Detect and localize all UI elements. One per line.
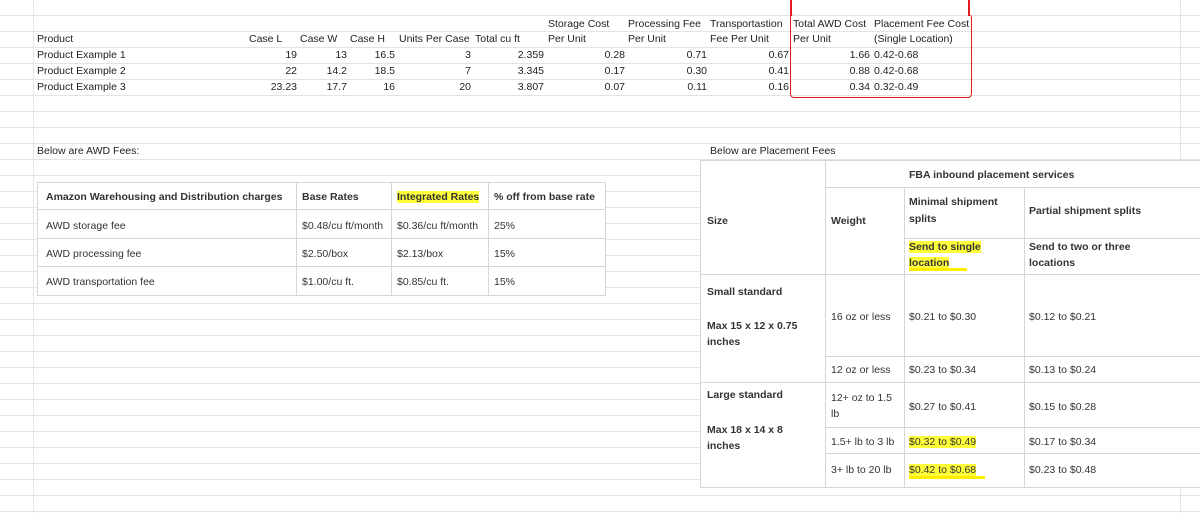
header-product[interactable]: Product <box>37 32 73 46</box>
header-storage-per-unit: Per Unit <box>548 33 586 45</box>
cell-transport[interactable]: 0.67 <box>710 48 789 62</box>
awd-row-percent: 15% <box>494 276 516 288</box>
header-processing-per-unit: Per Unit <box>628 33 666 45</box>
single-fee-cell: $0.32 to $0.49 <box>909 436 977 448</box>
awd-row-integrated: $0.36/cu ft/month <box>397 220 479 232</box>
awd-row-integrated: $2.13/box <box>397 248 444 260</box>
awd-row-base: $2.50/box <box>302 248 349 260</box>
cell-case-w[interactable]: 17.7 <box>300 80 347 94</box>
highlight-underline <box>909 476 985 479</box>
cell-case-l[interactable]: 23.23 <box>250 80 297 94</box>
cell-total-cu[interactable]: 2.359 <box>475 48 544 62</box>
weight-cell: 3+ lb to 20 lb <box>831 464 892 476</box>
grid-column-line <box>33 0 34 513</box>
cell-case-h[interactable]: 16.5 <box>350 48 395 62</box>
header-transportation[interactable]: Transportastion <box>710 17 783 31</box>
multi-fee-cell: $0.23 to $0.48 <box>1029 464 1097 476</box>
awd-row-percent: 15% <box>494 248 516 260</box>
cell-processing[interactable]: 0.30 <box>628 64 707 78</box>
awd-header-base: Base Rates <box>302 191 359 203</box>
awd-row-percent: 25% <box>494 220 516 232</box>
awd-header-percent: % off from base rate <box>494 191 595 203</box>
header-processing-fee[interactable]: Processing Fee <box>628 17 701 31</box>
awd-header-integrated: Integrated Rates <box>397 191 480 203</box>
cell-total-cu[interactable]: 3.807 <box>475 80 544 94</box>
below-awd-label[interactable]: Below are AWD Fees: <box>37 144 139 158</box>
large-standard-label: Large standard <box>707 389 783 401</box>
header-total-cu-ft[interactable]: Total cu ft <box>475 32 520 46</box>
single-fee-cell: $0.21 to $0.30 <box>909 311 977 323</box>
cell-units[interactable]: 7 <box>400 64 471 78</box>
cell-storage[interactable]: 0.07 <box>548 80 625 94</box>
small-standard-label: Small standard <box>707 286 783 298</box>
cell-case-h[interactable]: 16 <box>350 80 395 94</box>
send-multi-header-2: locations <box>1029 257 1076 269</box>
cell-product[interactable]: Product Example 3 <box>37 80 126 94</box>
weight-cell: 16 oz or less <box>831 311 891 323</box>
placement-title: FBA inbound placement services <box>909 169 1075 181</box>
awd-row-label: AWD storage fee <box>46 220 126 232</box>
large-standard-dims-2: inches <box>707 440 741 452</box>
weight-cell-2: lb <box>831 408 840 420</box>
awd-row-base: $0.48/cu ft/month <box>302 220 384 232</box>
multi-fee-cell: $0.15 to $0.28 <box>1029 401 1097 413</box>
single-fee-cell: $0.27 to $0.41 <box>909 401 977 413</box>
placement-weight-header: Weight <box>831 215 866 227</box>
cell-processing[interactable]: 0.71 <box>628 48 707 62</box>
multi-fee-cell: $0.17 to $0.34 <box>1029 436 1097 448</box>
cell-case-l[interactable]: 19 <box>250 48 297 62</box>
cell-case-h[interactable]: 18.5 <box>350 64 395 78</box>
multi-fee-cell: $0.12 to $0.21 <box>1029 311 1097 323</box>
below-placement-label[interactable]: Below are Placement Fees <box>710 144 835 158</box>
cell-case-w[interactable]: 14.2 <box>300 64 347 78</box>
send-single-header: Send to single <box>909 241 981 253</box>
cell-product[interactable]: Product Example 2 <box>37 64 126 78</box>
awd-fees-table: Amazon Warehousing and Distribution char… <box>37 182 606 296</box>
red-annotation-box <box>790 14 972 98</box>
header-case-w[interactable]: Case W <box>300 32 337 46</box>
cell-case-w[interactable]: 13 <box>300 48 347 62</box>
awd-row-label: AWD processing fee <box>46 248 142 260</box>
placement-fees-table: FBA inbound placement services Size Weig… <box>700 160 1200 488</box>
cell-case-l[interactable]: 22 <box>250 64 297 78</box>
large-standard-dims: Max 18 x 14 x 8 <box>707 424 783 436</box>
small-standard-dims: Max 15 x 12 x 0.75 <box>707 320 798 332</box>
header-storage-cost[interactable]: Storage Cost <box>548 17 609 31</box>
awd-header-charges: Amazon Warehousing and Distribution char… <box>46 191 283 203</box>
header-transport-per-unit: Fee Per Unit <box>710 33 769 45</box>
header-units-per-case[interactable]: Units Per Case <box>399 32 470 46</box>
single-fee-cell: $0.42 to $0.68 <box>909 464 977 476</box>
highlight-underline <box>909 268 967 271</box>
header-case-l[interactable]: Case L <box>249 32 282 46</box>
minimal-splits-header: Minimal shipment <box>909 196 998 208</box>
small-standard-dims-2: inches <box>707 336 741 348</box>
minimal-splits-header-2: splits <box>909 213 937 225</box>
weight-cell: 1.5+ lb to 3 lb <box>831 436 895 448</box>
weight-cell: 12+ oz to 1.5 <box>831 392 893 404</box>
awd-row-label: AWD transportation fee <box>46 276 155 288</box>
cell-product[interactable]: Product Example 1 <box>37 48 126 62</box>
cell-processing[interactable]: 0.11 <box>628 80 707 94</box>
multi-fee-cell: $0.13 to $0.24 <box>1029 364 1097 376</box>
cell-units[interactable]: 3 <box>400 48 471 62</box>
cell-storage[interactable]: 0.28 <box>548 48 625 62</box>
single-fee-cell: $0.23 to $0.34 <box>909 364 977 376</box>
send-multi-header: Send to two or three <box>1029 241 1131 253</box>
cell-units[interactable]: 20 <box>400 80 471 94</box>
cell-transport[interactable]: 0.16 <box>710 80 789 94</box>
cell-transport[interactable]: 0.41 <box>710 64 789 78</box>
header-case-h[interactable]: Case H <box>350 32 385 46</box>
awd-row-integrated: $0.85/cu ft. <box>397 276 449 288</box>
placement-size-header: Size <box>707 215 729 227</box>
weight-cell: 12 oz or less <box>831 364 891 376</box>
cell-storage[interactable]: 0.17 <box>548 64 625 78</box>
awd-row-base: $1.00/cu ft. <box>302 276 354 288</box>
partial-splits-header: Partial shipment splits <box>1029 205 1142 217</box>
cell-total-cu[interactable]: 3.345 <box>475 64 544 78</box>
